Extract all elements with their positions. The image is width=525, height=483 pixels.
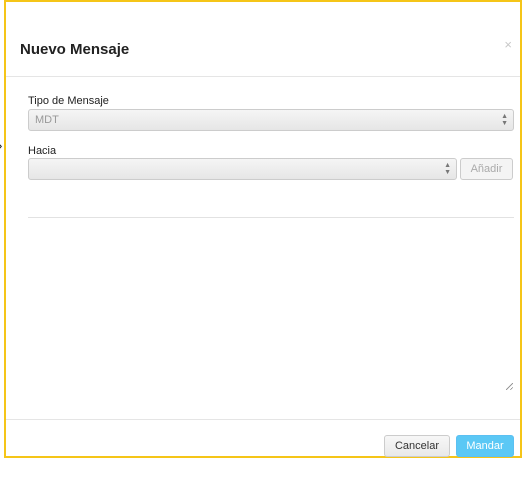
send-button[interactable]: Mandar (456, 435, 514, 457)
cancel-button[interactable]: Cancelar (384, 435, 450, 457)
modal-title: Nuevo Mensaje (20, 41, 130, 58)
modal-footer-divider (6, 419, 520, 420)
message-textarea[interactable] (28, 220, 514, 394)
message-type-label: Tipo de Mensaje (28, 95, 109, 107)
close-icon[interactable]: × (504, 38, 512, 51)
to-select[interactable]: ▲ ▼ (28, 158, 457, 180)
message-type-select[interactable]: MDT ▲ ▼ (28, 109, 514, 131)
to-label: Hacia (28, 145, 57, 157)
message-type-value: MDT (35, 114, 59, 126)
modal-header: Nuevo Mensaje × (6, 2, 520, 77)
new-message-modal: Nuevo Mensaje × Tipo de Mensaje MDT ▲ ▼ H… (4, 0, 522, 458)
chevron-right-icon: › (0, 139, 2, 152)
updown-arrows-icon: ▲ ▼ (444, 162, 451, 176)
resize-handle-icon[interactable] (506, 383, 513, 390)
add-recipient-button[interactable]: Añadir (460, 158, 513, 180)
divider (28, 217, 514, 218)
updown-arrows-icon: ▲ ▼ (501, 113, 508, 127)
